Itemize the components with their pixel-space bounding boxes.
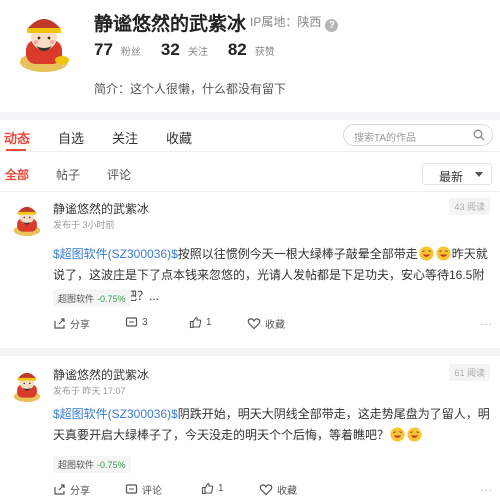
comment-icon xyxy=(125,484,138,494)
thumbs-up-icon xyxy=(189,316,202,329)
avatar[interactable] xyxy=(10,202,44,236)
comment-icon xyxy=(125,317,138,327)
post-item: 静谧悠然的武紫冰 发布于 昨天 17:07 61 阅读 $超图软件(SZ3000… xyxy=(0,356,500,504)
main-tabs: 动态 自选 关注 收藏 搜索TA的作品 xyxy=(0,120,500,152)
sort-selected: 最新 xyxy=(439,170,464,184)
profile-stats: 77 粉丝 32 关注 82 获赞 xyxy=(94,40,295,60)
more-options-icon[interactable]: ··· xyxy=(480,485,493,496)
post-author[interactable]: 静谧悠然的武紫冰 xyxy=(53,200,149,217)
laughing-emoji-icon xyxy=(419,246,434,261)
stat-followers[interactable]: 77 粉丝 xyxy=(94,40,141,60)
share-icon xyxy=(54,318,65,329)
help-icon[interactable]: ? xyxy=(325,19,339,32)
post-time: 发布于 昨天 17:07 xyxy=(53,386,126,396)
ip-location: IP属地：陕西? xyxy=(250,13,339,32)
bio: 简介：这个人很懒，什么都没有留下 xyxy=(94,82,287,96)
tab-watchlist[interactable]: 自选 xyxy=(58,128,84,147)
search-icon[interactable] xyxy=(473,129,485,141)
subtab-posts[interactable]: 帖子 xyxy=(56,166,80,183)
view-count: 43 阅读 xyxy=(449,198,490,215)
post-actions: 分享 评论 1 收藏 ··· xyxy=(53,482,493,500)
tab-favorites[interactable]: 收藏 xyxy=(166,128,192,147)
like-button[interactable]: 1 xyxy=(189,316,212,329)
favorite-button[interactable]: 收藏 xyxy=(247,316,285,331)
post-content[interactable]: $超图软件(SZ300036)$阴跌开始，明天大阴线全部带走，这走势尾盘为了留人… xyxy=(53,404,493,446)
stat-likes: 82 获赞 xyxy=(227,40,275,59)
comment-button[interactable]: 评论 xyxy=(125,482,162,497)
sub-tabs: 全部 帖子 评论 最新 xyxy=(0,152,500,192)
laughing-emoji-icon xyxy=(390,427,405,442)
post-actions: 分享 3 1 收藏 ··· xyxy=(53,316,493,334)
heart-icon xyxy=(259,484,273,496)
avatar[interactable] xyxy=(10,368,44,402)
stat-following[interactable]: 32 关注 xyxy=(161,40,208,60)
heart-icon xyxy=(247,318,261,330)
laughing-emoji-icon xyxy=(436,246,451,261)
subtab-all[interactable]: 全部 xyxy=(5,166,29,183)
post-item: 静谧悠然的武紫冰 发布于 3小时前 43 阅读 $超图软件(SZ300036)$… xyxy=(0,192,500,347)
stock-tag-link[interactable]: $超图软件(SZ300036)$ xyxy=(53,247,178,261)
profile-header: 静谧悠然的武紫冰 IP属地：陕西? 77 粉丝 32 关注 82 获赞 简介：这个人很… xyxy=(0,0,500,112)
stock-chip[interactable]: 超图软件 -0.75% xyxy=(53,290,131,307)
subtab-comments[interactable]: 评论 xyxy=(107,166,131,183)
search-input[interactable]: 搜索TA的作品 xyxy=(343,124,493,146)
post-divider xyxy=(0,348,500,356)
section-divider xyxy=(0,112,500,120)
favorite-button[interactable]: 收藏 xyxy=(259,482,297,497)
avatar[interactable] xyxy=(14,10,74,72)
stock-chip[interactable]: 超图软件 -0.75% xyxy=(53,456,131,473)
stock-tag-link[interactable]: $超图软件(SZ300036)$ xyxy=(53,407,178,421)
share-icon xyxy=(54,484,65,495)
view-count: 61 阅读 xyxy=(449,364,490,381)
username: 静谧悠然的武紫冰 xyxy=(94,13,247,35)
chevron-down-icon xyxy=(475,172,483,177)
share-button[interactable]: 分享 xyxy=(53,482,90,497)
post-time: 发布于 3小时前 xyxy=(53,220,115,230)
like-button[interactable]: 1 xyxy=(201,482,224,495)
more-options-icon[interactable]: ··· xyxy=(480,319,493,330)
tab-following[interactable]: 关注 xyxy=(112,128,138,147)
tab-activity[interactable]: 动态 xyxy=(4,128,30,147)
search-placeholder: 搜索TA的作品 xyxy=(354,133,417,144)
share-button[interactable]: 分享 xyxy=(53,316,90,331)
post-author[interactable]: 静谧悠然的武紫冰 xyxy=(53,366,149,383)
laughing-emoji-icon xyxy=(407,427,422,442)
comment-button[interactable]: 3 xyxy=(125,316,148,329)
sort-dropdown[interactable]: 最新 xyxy=(422,163,492,185)
active-tab-indicator xyxy=(6,149,26,151)
thumbs-up-icon xyxy=(201,482,214,495)
